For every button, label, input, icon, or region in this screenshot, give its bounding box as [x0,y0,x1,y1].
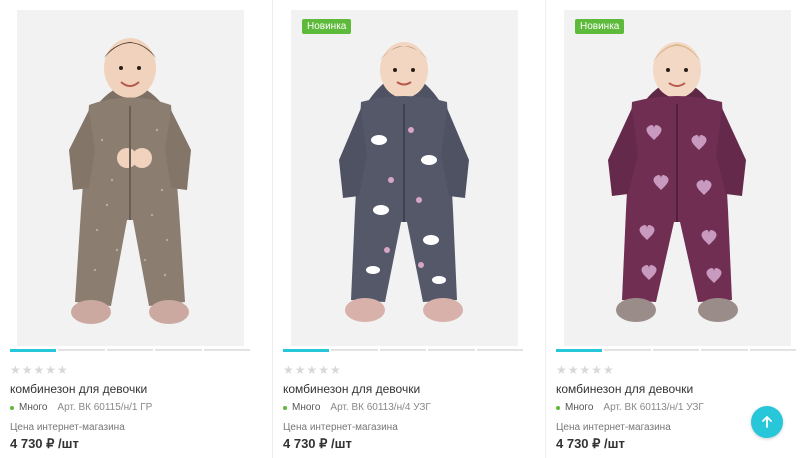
slider-segment[interactable] [106,349,154,351]
stock-status: Много [292,402,321,413]
price: 4 730 ₽ /шт [283,436,352,451]
product-card[interactable]: Новинка ★★★★★ комбинезон для девочки Мно… [545,0,800,458]
slider-segment[interactable] [749,349,797,351]
slider-segment[interactable] [379,349,427,351]
price: 4 730 ₽ /шт [556,436,625,451]
stock-info: Много Арт. ВК 60113/н/4 УЗГ [283,402,431,413]
product-grid: ★★★★★ комбинезон для девочки Много Арт. … [0,0,800,458]
stock-dot-icon [10,405,14,410]
product-card[interactable]: ★★★★★ комбинезон для девочки Много Арт. … [0,0,262,458]
slider-segment[interactable] [58,349,105,351]
product-title[interactable]: комбинезон для девочки [556,382,693,396]
new-badge: Новинка [575,19,625,34]
slider-segment[interactable] [155,349,202,351]
product-photo[interactable]: Новинка [291,10,518,346]
image-slider-indicator[interactable] [556,349,797,352]
product-title[interactable]: комбинезон для девочки [10,382,147,396]
slider-segment[interactable] [652,349,700,351]
price: 4 730 ₽ /шт [10,436,79,451]
price-label: Цена интернет-магазина [283,422,398,433]
product-title[interactable]: комбинезон для девочки [283,382,420,396]
slider-segment-active[interactable] [10,349,57,352]
image-slider-indicator[interactable] [10,349,251,352]
slider-segment[interactable] [203,349,251,351]
slider-segment-active[interactable] [556,349,603,352]
product-image [291,10,518,346]
rating-stars[interactable]: ★★★★★ [556,363,615,377]
stock-status: Много [19,402,48,413]
article-number: Арт. ВК 60113/н/4 УЗГ [330,402,431,413]
price-label: Цена интернет-магазина [10,422,125,433]
stock-info: Много Арт. ВК 60113/н/1 УЗГ [556,402,704,413]
article-number: Арт. ВК 60115/н/1 ГР [57,402,153,413]
stock-dot-icon [283,405,287,410]
stock-dot-icon [556,405,560,410]
new-badge: Новинка [302,19,352,34]
slider-segment[interactable] [701,349,748,351]
product-image [564,10,791,346]
image-slider-indicator[interactable] [283,349,524,352]
rating-stars[interactable]: ★★★★★ [283,363,342,377]
rating-stars[interactable]: ★★★★★ [10,363,69,377]
slider-segment[interactable] [604,349,651,351]
slider-segment-active[interactable] [283,349,330,352]
product-card[interactable]: Новинка ★★★★★ комбинезон для девочки Мно… [272,0,534,458]
product-image [17,10,244,346]
slider-segment[interactable] [428,349,475,351]
product-photo[interactable]: Новинка [564,10,791,346]
arrow-up-icon [762,416,772,428]
slider-segment[interactable] [331,349,378,351]
stock-info: Много Арт. ВК 60115/н/1 ГР [10,402,152,413]
price-label: Цена интернет-магазина [556,422,671,433]
article-number: Арт. ВК 60113/н/1 УЗГ [603,402,704,413]
stock-status: Много [565,402,594,413]
product-photo[interactable] [17,10,244,346]
scroll-to-top-button[interactable] [751,406,783,438]
slider-segment[interactable] [476,349,524,351]
